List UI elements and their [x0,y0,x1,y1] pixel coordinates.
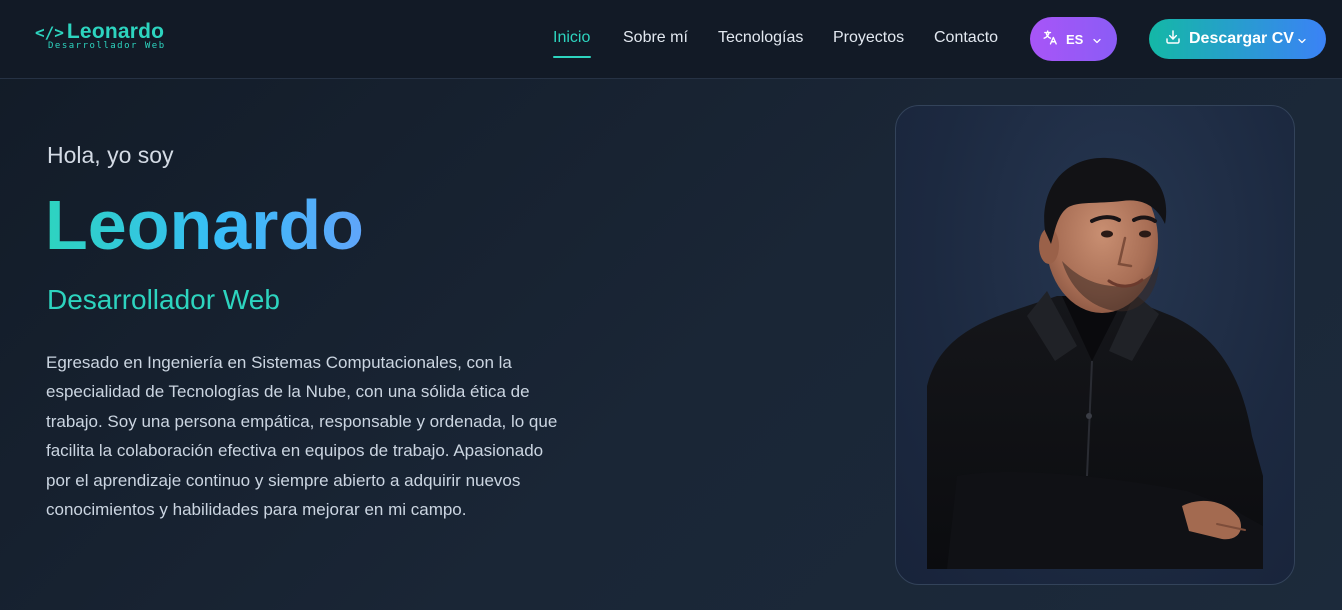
code-icon: </> [35,22,64,42]
download-cv-button[interactable]: Descargar CV [1149,19,1326,59]
nav-link-inicio[interactable]: Inicio [553,29,590,51]
hero-greeting: Hola, yo soy [47,142,174,168]
nav-link-contacto[interactable]: Contacto [934,29,998,51]
nav-link-sobre-mi[interactable]: Sobre mí [623,29,688,51]
language-code: ES [1066,31,1084,47]
brand-subtitle: Desarrollador Web [48,41,166,51]
hero-name: Leonardo [45,183,364,267]
chevron-down-icon [1296,32,1308,51]
profile-photo [927,157,1263,569]
hero-role: Desarrollador Web [47,284,280,315]
site-header: </> Leonardo Desarrollador Web Inicio So… [0,0,1342,79]
chevron-down-icon [1091,32,1103,51]
profile-photo-card [895,105,1295,585]
download-icon [1165,29,1181,49]
page: </> Leonardo Desarrollador Web Inicio So… [0,0,1342,610]
nav-link-tecnologias[interactable]: Tecnologías [718,29,803,51]
translate-icon [1042,29,1059,50]
hero-description: Egresado en Ingeniería en Sistemas Compu… [46,353,558,520]
nav-link-proyectos[interactable]: Proyectos [833,29,904,51]
language-selector-button[interactable]: ES [1030,17,1117,61]
download-cv-label: Descargar CV [1189,30,1294,47]
brand-logo[interactable]: </> Leonardo Desarrollador Web [35,20,175,56]
active-nav-indicator [553,56,591,58]
